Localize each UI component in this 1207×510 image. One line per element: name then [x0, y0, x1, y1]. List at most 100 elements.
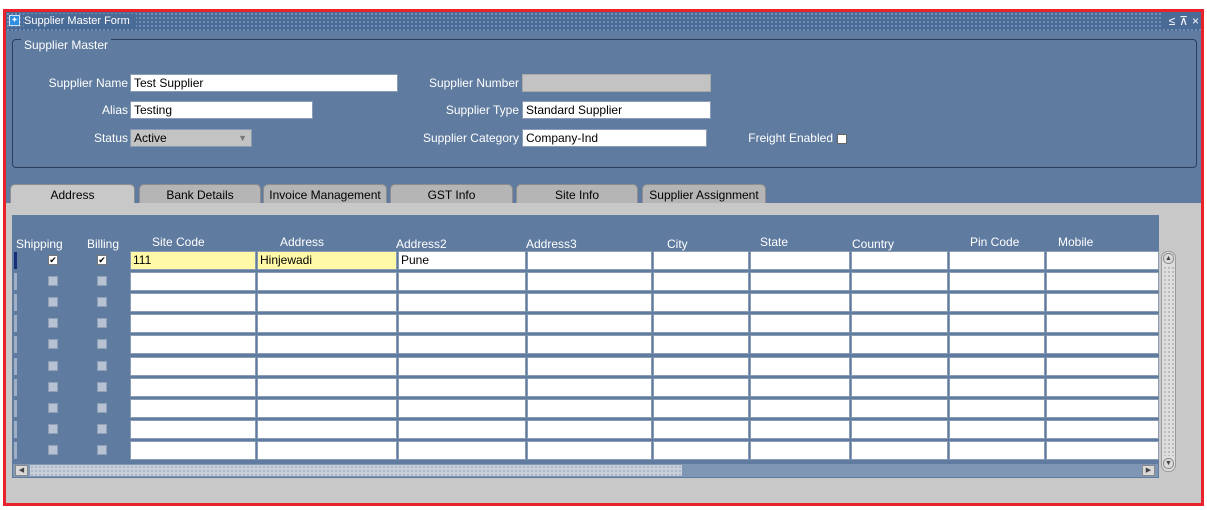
shipping-checkbox[interactable]	[48, 297, 58, 307]
site-code-cell[interactable]: 111	[130, 251, 256, 270]
pin-code-cell[interactable]	[949, 399, 1045, 418]
country-cell[interactable]	[851, 357, 948, 376]
scroll-right-icon[interactable]: ▶	[1142, 465, 1155, 476]
tab-site-info[interactable]: Site Info	[516, 184, 638, 205]
site-code-cell[interactable]	[130, 293, 256, 312]
city-cell[interactable]	[653, 272, 749, 291]
site-code-cell[interactable]	[130, 272, 256, 291]
site-code-cell[interactable]	[130, 314, 256, 333]
title-bar[interactable]: ✦ Supplier Master Form ≤ ⊼ ×	[6, 12, 1201, 31]
mobile-cell[interactable]	[1046, 378, 1159, 397]
scroll-left-icon[interactable]: ◀	[15, 465, 28, 476]
address2-cell[interactable]	[398, 357, 526, 376]
city-cell[interactable]	[653, 420, 749, 439]
pin-code-cell[interactable]	[949, 420, 1045, 439]
address-cell[interactable]	[257, 335, 397, 354]
address2-cell[interactable]: Pune	[398, 251, 526, 270]
mobile-cell[interactable]	[1046, 420, 1159, 439]
site-code-cell[interactable]	[130, 335, 256, 354]
close-icon[interactable]: ×	[1192, 14, 1199, 28]
mobile-cell[interactable]	[1046, 314, 1159, 333]
mobile-cell[interactable]	[1046, 357, 1159, 376]
city-cell[interactable]	[653, 441, 749, 460]
tab-gst-info[interactable]: GST Info	[390, 184, 513, 205]
country-cell[interactable]	[851, 335, 948, 354]
state-cell[interactable]	[750, 272, 850, 291]
state-cell[interactable]	[750, 378, 850, 397]
site-code-cell[interactable]	[130, 357, 256, 376]
tab-invoice-management[interactable]: Invoice Management	[263, 184, 387, 205]
row-indicator[interactable]	[14, 252, 17, 269]
address3-cell[interactable]	[527, 293, 652, 312]
state-cell[interactable]	[750, 441, 850, 460]
billing-checkbox[interactable]	[97, 361, 107, 371]
horizontal-scrollbar[interactable]: ◀ ▶	[12, 463, 1159, 478]
pin-code-cell[interactable]	[949, 357, 1045, 376]
country-cell[interactable]	[851, 293, 948, 312]
shipping-checkbox[interactable]	[48, 403, 58, 413]
scroll-up-icon[interactable]: ▲	[1163, 253, 1174, 264]
address2-cell[interactable]	[398, 293, 526, 312]
country-cell[interactable]	[851, 399, 948, 418]
row-indicator[interactable]	[14, 400, 17, 417]
state-cell[interactable]	[750, 357, 850, 376]
pin-code-cell[interactable]	[949, 441, 1045, 460]
address2-cell[interactable]	[398, 378, 526, 397]
mobile-cell[interactable]	[1046, 272, 1159, 291]
pin-code-cell[interactable]	[949, 378, 1045, 397]
tab-bank-details[interactable]: Bank Details	[139, 184, 261, 205]
shipping-checkbox[interactable]	[48, 276, 58, 286]
address3-cell[interactable]	[527, 251, 652, 270]
tab-supplier-assignment[interactable]: Supplier Assignment	[642, 184, 766, 205]
address2-cell[interactable]	[398, 399, 526, 418]
site-code-cell[interactable]	[130, 399, 256, 418]
freight-enabled-checkbox[interactable]	[837, 134, 847, 144]
city-cell[interactable]	[653, 251, 749, 270]
mobile-cell[interactable]	[1046, 335, 1159, 354]
address2-cell[interactable]	[398, 272, 526, 291]
site-code-cell[interactable]	[130, 420, 256, 439]
mobile-cell[interactable]	[1046, 399, 1159, 418]
state-cell[interactable]	[750, 293, 850, 312]
shipping-checkbox[interactable]	[48, 339, 58, 349]
address3-cell[interactable]	[527, 378, 652, 397]
pin-code-cell[interactable]	[949, 251, 1045, 270]
pin-code-cell[interactable]	[949, 293, 1045, 312]
row-indicator[interactable]	[14, 336, 17, 353]
alias-field[interactable]: Testing	[130, 101, 313, 119]
city-cell[interactable]	[653, 399, 749, 418]
address3-cell[interactable]	[527, 314, 652, 333]
maximize-icon[interactable]: ⊼	[1179, 14, 1188, 28]
address2-cell[interactable]	[398, 441, 526, 460]
country-cell[interactable]	[851, 314, 948, 333]
billing-checkbox[interactable]	[97, 297, 107, 307]
address-cell[interactable]	[257, 293, 397, 312]
state-cell[interactable]	[750, 399, 850, 418]
address-cell[interactable]	[257, 357, 397, 376]
shipping-checkbox[interactable]	[48, 382, 58, 392]
shipping-checkbox[interactable]	[48, 318, 58, 328]
state-cell[interactable]	[750, 420, 850, 439]
mobile-cell[interactable]	[1046, 441, 1159, 460]
address-cell[interactable]	[257, 314, 397, 333]
billing-checkbox[interactable]	[97, 339, 107, 349]
address-cell[interactable]	[257, 420, 397, 439]
city-cell[interactable]	[653, 357, 749, 376]
billing-checkbox[interactable]	[97, 382, 107, 392]
vertical-scroll-thumb[interactable]	[1163, 266, 1174, 456]
mobile-cell[interactable]	[1046, 293, 1159, 312]
city-cell[interactable]	[653, 378, 749, 397]
row-indicator[interactable]	[14, 315, 17, 332]
address2-cell[interactable]	[398, 420, 526, 439]
city-cell[interactable]	[653, 293, 749, 312]
chevron-down-icon[interactable]: ▼	[238, 130, 247, 146]
state-cell[interactable]	[750, 251, 850, 270]
minimize-icon[interactable]: ≤	[1169, 14, 1176, 28]
country-cell[interactable]	[851, 420, 948, 439]
address-cell[interactable]	[257, 272, 397, 291]
pin-code-cell[interactable]	[949, 272, 1045, 291]
address3-cell[interactable]	[527, 335, 652, 354]
pin-code-cell[interactable]	[949, 314, 1045, 333]
horizontal-scroll-thumb[interactable]	[30, 465, 682, 476]
address3-cell[interactable]	[527, 399, 652, 418]
